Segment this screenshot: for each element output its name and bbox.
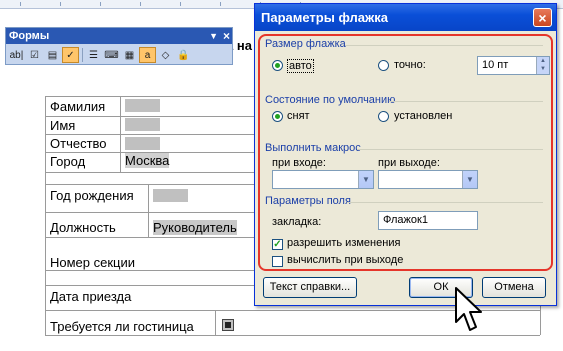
bookmark-input[interactable]: Флажок1 [378,211,478,230]
spin-arrows-icon[interactable]: ▲ ▼ [536,57,549,74]
calc-on-exit-label: вычислить при выходе [287,254,404,266]
forms-toolbar: Формы ▼ × ab| ☑ ▤ ✓ ☰ ⌨ ▦ a ◇ 🔒 [5,27,233,65]
row-label-hotel: Требуется ли гостиница [50,319,194,334]
group-default-title: Состояние по умолчанию [265,94,396,106]
forms-toolbar-title[interactable]: Формы ▼ × [6,28,232,44]
size-auto-radio[interactable] [272,60,283,71]
row-label-section: Номер секции [50,255,136,270]
city-form-field[interactable]: Москва [125,153,170,168]
group-size-title: Размер флажка [265,38,346,50]
field-options-icon[interactable]: ✓ [62,47,79,63]
row-label-firstname: Имя [50,118,76,133]
row-label-birth-year: Год рождения [50,188,134,203]
chevron-down-icon[interactable]: ▼ [462,171,477,188]
calc-on-exit-checkbox[interactable] [272,256,283,267]
row-label-city: Город [50,154,86,169]
on-exit-dropdown[interactable]: ▼ [378,170,478,189]
default-unchecked-label: снят [287,110,310,122]
on-exit-label: при выходе: [378,157,440,169]
mouse-cursor-icon [455,287,482,331]
default-unchecked-radio[interactable] [272,111,283,122]
checkbox-options-dialog: Параметры флажка × Размер флажка авто то… [254,3,557,306]
checkbox-field-icon[interactable]: ☑ [26,47,43,63]
group-macro-title: Выполнить макрос [265,142,361,154]
on-entry-dropdown[interactable]: ▼ [272,170,374,189]
position-form-field[interactable]: Руководитель [153,220,237,235]
text-field-icon[interactable]: ab| [8,47,25,63]
text-form-field[interactable] [153,189,188,202]
text-form-field[interactable] [125,137,160,150]
default-checked-label: установлен [394,110,453,122]
allow-changes-checkbox[interactable]: ✓ [272,239,283,250]
toolbar-options-icon[interactable]: ▼ [209,28,218,44]
size-exact-radio[interactable] [378,60,389,71]
insert-frame-icon[interactable]: ⌨ [103,47,120,63]
protect-form-icon[interactable]: 🔒 [175,47,192,63]
size-auto-label: авто [287,59,314,73]
field-shading-icon[interactable]: a [139,47,156,63]
row-label-patronymic: Отчество [50,136,107,151]
row-label-position: Должность [50,220,116,235]
on-entry-label: при входе: [272,157,326,169]
allow-changes-label: разрешить изменения [287,237,401,249]
bookmark-label: закладка: [272,216,322,228]
hotel-checkbox-field[interactable] [222,319,234,331]
dropdown-field-icon[interactable]: ▤ [44,47,61,63]
size-spin-field[interactable]: 10 пт ▲ ▼ [477,56,550,75]
dialog-title[interactable]: Параметры флажка [255,4,556,31]
draw-table-icon[interactable]: ☰ [85,47,102,63]
size-exact-label: точно: [394,59,426,71]
default-checked-radio[interactable] [378,111,389,122]
row-label-arrival-date: Дата приезда [50,289,132,304]
close-icon[interactable]: × [533,8,552,27]
close-icon[interactable]: × [223,28,230,44]
reset-fields-icon[interactable]: ◇ [157,47,174,63]
group-field-title: Параметры поля [265,195,351,207]
text-form-field[interactable] [125,118,160,131]
row-label-lastname: Фамилия [50,99,106,114]
help-text-button[interactable]: Текст справки... [263,277,357,298]
text-form-field[interactable] [125,99,160,112]
chevron-down-icon[interactable]: ▼ [358,171,373,188]
cancel-button[interactable]: Отмена [482,277,546,298]
insert-table-icon[interactable]: ▦ [121,47,138,63]
